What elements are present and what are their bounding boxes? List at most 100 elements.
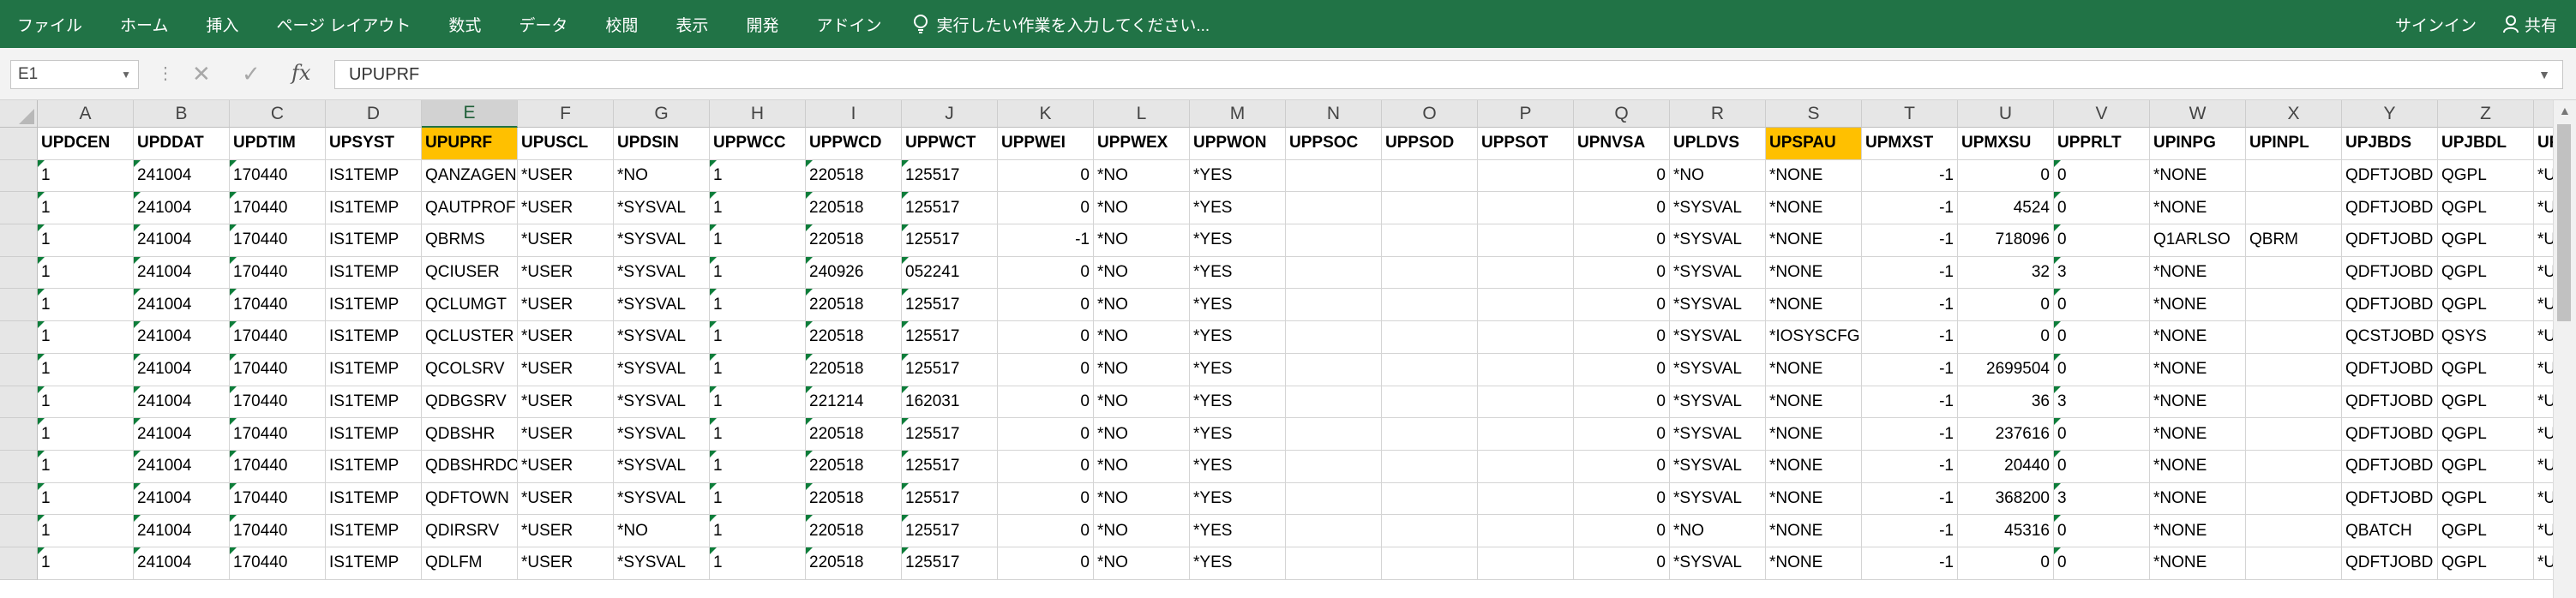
table-cell[interactable]: *SYSVAL — [614, 386, 710, 419]
table-cell[interactable]: *USER — [518, 482, 614, 516]
table-cell[interactable] — [1478, 386, 1574, 419]
table-cell[interactable]: 1 — [38, 482, 134, 516]
table-cell[interactable] — [1382, 547, 1478, 580]
table-cell[interactable]: QDFTJOBD — [2342, 256, 2438, 290]
table-cell[interactable]: QGPL — [2438, 224, 2534, 257]
tab-formulas[interactable]: 数式 — [429, 0, 500, 48]
table-cell[interactable]: QBRMS — [422, 224, 518, 257]
table-cell[interactable] — [1478, 192, 1574, 225]
table-cell[interactable]: *USER — [518, 159, 614, 193]
table-cell[interactable]: 0 — [998, 418, 1094, 451]
header-cell[interactable]: UPPWCD — [806, 128, 902, 160]
column-header-b[interactable]: B — [134, 100, 230, 128]
table-cell[interactable]: *SYSVAL — [1670, 192, 1766, 225]
table-cell[interactable]: *YES — [1190, 321, 1286, 354]
table-cell[interactable]: IS1TEMP — [326, 256, 422, 290]
table-cell[interactable]: QDFTJOBD — [2342, 289, 2438, 322]
table-cell[interactable]: QDFTJOBD — [2342, 353, 2438, 386]
table-cell[interactable]: -1 — [1862, 321, 1958, 354]
table-cell[interactable]: 162031 — [902, 386, 998, 419]
table-cell[interactable]: *NO — [1094, 224, 1190, 257]
table-cell[interactable]: 0 — [998, 321, 1094, 354]
table-cell[interactable]: IS1TEMP — [326, 321, 422, 354]
table-cell[interactable]: 0 — [998, 353, 1094, 386]
table-cell[interactable]: *NO — [1094, 289, 1190, 322]
table-cell[interactable]: 241004 — [134, 418, 230, 451]
table-cell[interactable]: *NO — [1094, 482, 1190, 516]
column-header-w[interactable]: W — [2150, 100, 2246, 128]
table-cell[interactable]: 170440 — [230, 450, 326, 483]
table-cell[interactable]: 1 — [38, 192, 134, 225]
table-cell[interactable]: -1 — [1862, 547, 1958, 580]
header-cell[interactable]: UPNVSA — [1574, 128, 1670, 160]
table-cell[interactable]: -1 — [1862, 289, 1958, 322]
table-cell[interactable]: *YES — [1190, 224, 1286, 257]
table-cell[interactable] — [2246, 192, 2342, 225]
table-cell[interactable]: 20440 — [1958, 450, 2054, 483]
table-cell[interactable]: *NONE — [2150, 159, 2246, 193]
table-cell[interactable] — [1286, 386, 1382, 419]
table-cell[interactable]: 170440 — [230, 256, 326, 290]
table-cell[interactable] — [1382, 515, 1478, 547]
table-cell[interactable]: 220518 — [806, 321, 902, 354]
table-cell[interactable]: *NO — [1094, 353, 1190, 386]
row-header-13[interactable] — [0, 515, 38, 547]
table-cell[interactable]: -1 — [998, 224, 1094, 257]
table-cell[interactable]: 241004 — [134, 547, 230, 580]
tab-review[interactable]: 校閲 — [586, 0, 657, 48]
table-cell[interactable]: *NONE — [2150, 482, 2246, 516]
table-cell[interactable]: 1 — [38, 418, 134, 451]
table-cell[interactable]: 240926 — [806, 256, 902, 290]
table-cell[interactable]: 125517 — [902, 224, 998, 257]
table-cell[interactable]: 170440 — [230, 547, 326, 580]
table-cell[interactable] — [1286, 192, 1382, 225]
table-cell[interactable]: 220518 — [806, 224, 902, 257]
table-cell[interactable]: 4524 — [1958, 192, 2054, 225]
formula-input[interactable]: UPUPRF ▼ — [334, 60, 2563, 89]
table-cell[interactable]: *NONE — [2150, 515, 2246, 547]
table-cell[interactable]: 0 — [998, 192, 1094, 225]
table-cell[interactable]: *YES — [1190, 353, 1286, 386]
column-header-y[interactable]: Y — [2342, 100, 2438, 128]
table-cell[interactable]: QDLFM — [422, 547, 518, 580]
column-header-p[interactable]: P — [1478, 100, 1574, 128]
table-cell[interactable] — [1478, 159, 1574, 193]
table-cell[interactable]: *NONE — [1766, 289, 1862, 322]
table-cell[interactable]: *NONE — [2150, 450, 2246, 483]
table-cell[interactable] — [1478, 547, 1574, 580]
table-cell[interactable]: *SYSVAL — [614, 450, 710, 483]
table-cell[interactable]: 1 — [710, 289, 806, 322]
table-cell[interactable]: -1 — [1862, 353, 1958, 386]
table-cell[interactable]: IS1TEMP — [326, 159, 422, 193]
table-cell[interactable]: QDFTJOBD — [2342, 450, 2438, 483]
header-cell[interactable]: UPPSOC — [1286, 128, 1382, 160]
table-cell[interactable]: *YES — [1190, 256, 1286, 290]
table-cell[interactable] — [1382, 159, 1478, 193]
table-cell[interactable]: IS1TEMP — [326, 482, 422, 516]
table-cell[interactable]: 0 — [1958, 289, 2054, 322]
table-cell[interactable]: 0 — [998, 256, 1094, 290]
header-cell[interactable]: UPMXSU — [1958, 128, 2054, 160]
table-cell[interactable]: *NO — [614, 515, 710, 547]
table-cell[interactable]: *SYSVAL — [1670, 482, 1766, 516]
table-cell[interactable]: *SYSVAL — [1670, 289, 1766, 322]
table-cell[interactable]: 170440 — [230, 386, 326, 419]
table-cell[interactable]: 0 — [2054, 547, 2150, 580]
table-cell[interactable]: 1 — [710, 321, 806, 354]
column-header-m[interactable]: M — [1190, 100, 1286, 128]
header-cell[interactable]: UPUPRF — [422, 128, 518, 160]
table-cell[interactable]: *NO — [1094, 386, 1190, 419]
table-cell[interactable]: *NONE — [2150, 321, 2246, 354]
table-cell[interactable] — [1286, 159, 1382, 193]
table-cell[interactable]: *USER — [518, 192, 614, 225]
table-cell[interactable]: -1 — [1862, 450, 1958, 483]
header-cell[interactable]: UPPWCT — [902, 128, 998, 160]
table-cell[interactable]: -1 — [1862, 386, 1958, 419]
table-cell[interactable]: Q1ARLSO — [2150, 224, 2246, 257]
table-cell[interactable]: 241004 — [134, 192, 230, 225]
chevron-down-icon[interactable]: ▼ — [121, 69, 131, 81]
table-cell[interactable]: 0 — [1574, 321, 1670, 354]
column-header-o[interactable]: O — [1382, 100, 1478, 128]
table-cell[interactable]: *NO — [1094, 515, 1190, 547]
table-cell[interactable]: 0 — [998, 289, 1094, 322]
